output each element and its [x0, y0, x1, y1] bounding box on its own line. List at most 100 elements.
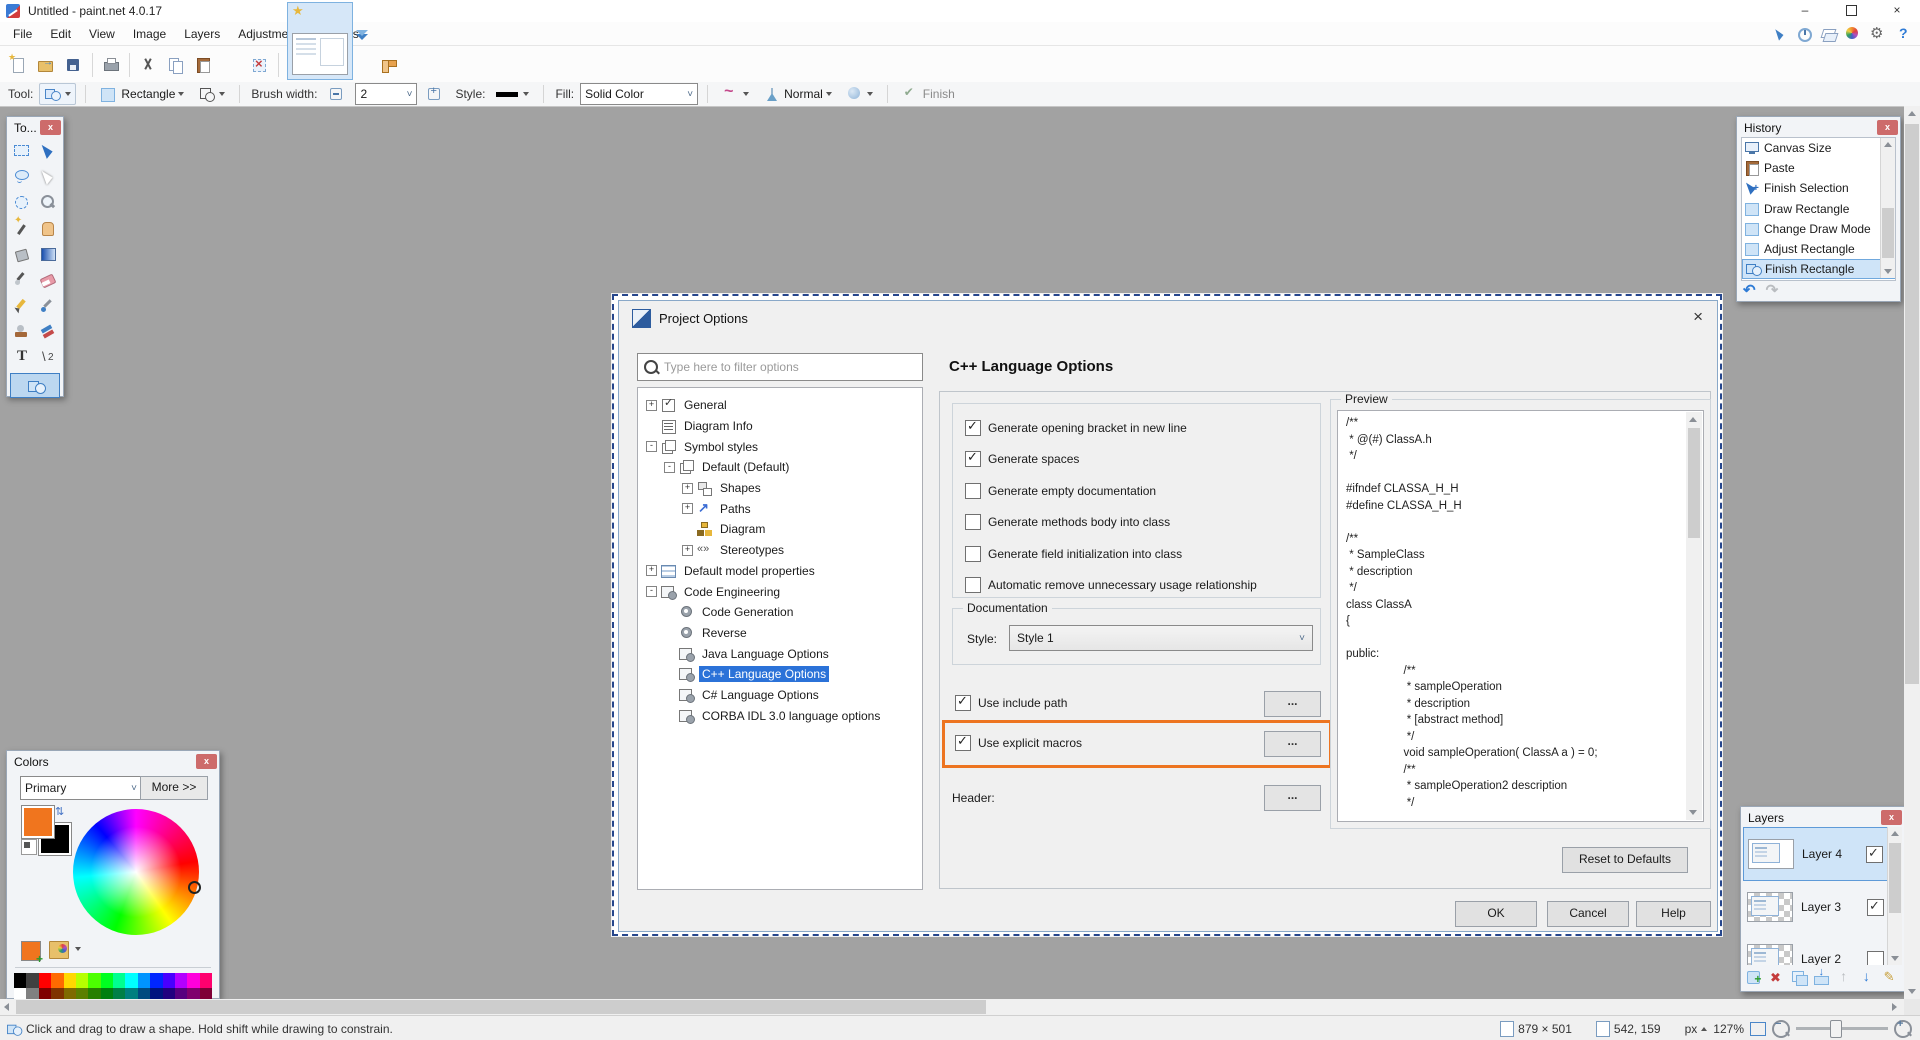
brush-width-select[interactable]: 2˅ [355, 83, 417, 105]
palette-swatch[interactable] [200, 973, 212, 988]
minimize-button[interactable]: – [1782, 0, 1828, 22]
checkbox[interactable] [955, 735, 971, 751]
palette-swatch[interactable] [113, 973, 125, 988]
tool-pan[interactable] [35, 215, 61, 241]
tool-move-selection[interactable] [35, 163, 61, 189]
stroke-style-button[interactable] [491, 83, 534, 105]
checkbox[interactable] [965, 420, 981, 436]
curve-type-button[interactable] [717, 83, 754, 105]
finish-button[interactable]: Finish [897, 83, 960, 105]
menu-edit[interactable]: Edit [41, 24, 80, 44]
help-button[interactable] [1892, 24, 1914, 44]
tool-rectangle-select[interactable] [9, 137, 35, 163]
print-button[interactable] [97, 51, 125, 79]
copy-button[interactable] [162, 51, 190, 79]
cut-button[interactable] [134, 51, 162, 79]
tool-text[interactable] [9, 345, 35, 371]
blend-mode-button[interactable]: Normal [758, 83, 837, 105]
palette-swatch[interactable] [51, 973, 63, 988]
scroll-down-icon[interactable] [1884, 269, 1892, 274]
tree-item-stereotypes[interactable]: +Stereotypes [638, 540, 922, 561]
checkbox[interactable] [965, 577, 981, 593]
tree-item-reverse[interactable]: Reverse [638, 623, 922, 644]
tree-expander[interactable]: + [646, 565, 657, 576]
option-checkbox-row[interactable]: Generate field initialization into class [965, 538, 1320, 570]
image-thumbnail-tab[interactable]: ★ [287, 2, 353, 80]
more-button[interactable]: More >> [140, 776, 208, 800]
layers-toggle-button[interactable] [1818, 24, 1840, 44]
tools-panel-close-icon[interactable]: x [40, 120, 61, 135]
history-panel-close-icon[interactable]: x [1877, 120, 1898, 135]
tools-toggle-button[interactable] [1770, 24, 1792, 44]
scrollbar-thumb[interactable] [1688, 428, 1700, 538]
tool-clone-stamp[interactable] [9, 319, 35, 345]
checkbox[interactable] [955, 695, 971, 711]
ok-button[interactable]: OK [1455, 901, 1537, 927]
layer-row[interactable]: Layer 2 [1743, 933, 1888, 965]
tool-line-curve[interactable] [35, 345, 61, 371]
reset-to-defaults-button[interactable]: Reset to Defaults [1562, 847, 1688, 873]
add-layer-button[interactable] [1744, 968, 1764, 988]
scroll-down-icon[interactable] [1908, 989, 1916, 994]
cancel-button[interactable]: Cancel [1547, 901, 1629, 927]
zoom-in-icon[interactable]: + [1894, 1020, 1912, 1038]
layers-panel-close-icon[interactable]: x [1881, 810, 1902, 825]
open-button[interactable] [32, 51, 60, 79]
scroll-right-icon[interactable] [1892, 1003, 1897, 1011]
help-button-dialog[interactable]: Help [1636, 901, 1711, 927]
history-item[interactable]: Change Draw Mode [1742, 219, 1895, 239]
scrollbar-thumb[interactable] [1889, 843, 1901, 913]
tree-item-code-engineering[interactable]: -Code Engineering [638, 581, 922, 602]
deselect-button[interactable] [246, 51, 274, 79]
canvas-vertical-scrollbar[interactable] [1904, 106, 1920, 999]
reset-colors-icon[interactable] [21, 839, 37, 855]
scroll-down-icon[interactable] [1891, 956, 1899, 961]
scrollbar-thumb[interactable] [1905, 124, 1919, 684]
brush-width-decrease[interactable] [323, 83, 351, 105]
browse-button[interactable]: ... [1264, 731, 1321, 757]
palette-swatch[interactable] [187, 973, 199, 988]
scroll-up-icon[interactable] [1689, 417, 1697, 422]
menu-file[interactable]: File [4, 24, 41, 44]
tree-item-diagram-info[interactable]: Diagram Info [638, 416, 922, 437]
palette-swatch[interactable] [76, 973, 88, 988]
tool-shapes[interactable] [10, 373, 60, 398]
tool-gradient[interactable] [35, 241, 61, 267]
zoom-slider[interactable] [1796, 1027, 1888, 1030]
scroll-up-icon[interactable] [1891, 831, 1899, 836]
image-list-chevron-icon[interactable] [356, 34, 368, 40]
menu-view[interactable]: View [80, 24, 124, 44]
layer-row[interactable]: Layer 3 [1743, 881, 1888, 933]
merge-down-button[interactable] [1812, 968, 1832, 988]
tool-zoom[interactable] [35, 189, 61, 215]
layers-scrollbar[interactable] [1887, 827, 1902, 965]
swap-colors-icon[interactable]: ⇅ [55, 805, 64, 818]
option-checkbox-row[interactable]: Automatic remove unnecessary usage relat… [965, 570, 1320, 602]
option-checkbox-row[interactable]: Generate methods body into class [965, 507, 1320, 539]
zoom-to-window-icon[interactable] [1750, 1022, 1766, 1036]
history-scrollbar[interactable] [1880, 138, 1895, 278]
checkbox[interactable] [965, 451, 981, 467]
palette-swatch[interactable] [88, 973, 100, 988]
filter-input[interactable] [662, 359, 922, 375]
colors-panel-close-icon[interactable]: x [196, 754, 217, 769]
header-browse-button[interactable]: ... [1264, 785, 1321, 811]
scroll-left-icon[interactable] [4, 1003, 9, 1011]
history-item[interactable]: Adjust Rectangle [1742, 239, 1895, 259]
option-checkbox-row[interactable]: Generate spaces [965, 444, 1320, 476]
brush-width-increase[interactable] [421, 83, 449, 105]
tool-pencil[interactable] [9, 293, 35, 319]
shape-chooser-button[interactable]: Rectangle [95, 83, 189, 105]
tree-item-c-language-options[interactable]: C++ Language Options [638, 664, 922, 685]
tool-ellipse-select[interactable] [9, 189, 35, 215]
duplicate-layer-button[interactable] [1790, 968, 1810, 988]
dialog-close-icon[interactable]: × [1693, 307, 1703, 327]
zoom-out-icon[interactable]: − [1772, 1020, 1790, 1038]
maximize-button[interactable] [1828, 0, 1874, 22]
history-redo-icon[interactable]: ↷ [1766, 281, 1779, 299]
tree-item-code-generation[interactable]: Code Generation [638, 602, 922, 623]
tree-expander[interactable]: - [646, 586, 657, 597]
history-item[interactable]: Canvas Size [1742, 138, 1895, 158]
tree-item-paths[interactable]: +Paths [638, 498, 922, 519]
scroll-up-icon[interactable] [1908, 111, 1916, 116]
